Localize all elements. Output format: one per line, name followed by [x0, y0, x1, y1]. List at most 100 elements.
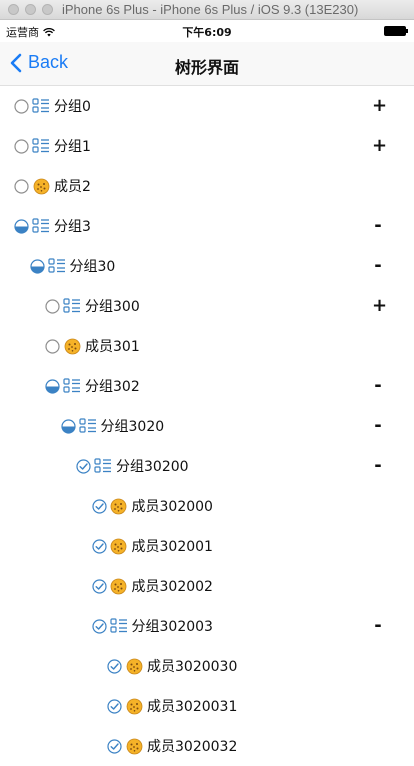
tree-item-label: 成员2 [54, 179, 91, 195]
checkbox-checked-icon[interactable] [91, 618, 107, 634]
collapse-button[interactable]: - [372, 606, 384, 646]
tree-group-row[interactable]: 分组1 + [0, 126, 414, 166]
tree-item-label: 分组302 [85, 379, 140, 395]
member-avatar-icon [110, 577, 128, 595]
group-icon [47, 257, 66, 275]
checkbox-checked-icon[interactable] [107, 738, 122, 754]
tree-item-label: 分组300 [85, 299, 140, 315]
expand-button[interactable]: + [372, 126, 387, 166]
member-avatar-icon [125, 697, 143, 715]
tree-row-content: 成员3020031 [0, 696, 237, 716]
collapse-button[interactable]: - [372, 206, 384, 246]
tree-row-content: 分组3020 [0, 416, 164, 436]
tree-item-label: 成员302001 [131, 539, 213, 555]
tree-item-label: 成员3020030 [147, 659, 238, 675]
member-avatar-icon [32, 177, 50, 195]
tree-group-row[interactable]: 分组30200 - [0, 446, 414, 486]
tree-item-label: 成员302000 [131, 499, 213, 515]
tree-row-content: 分组302 [0, 376, 140, 396]
checkbox-empty-icon[interactable] [14, 98, 29, 114]
member-avatar-icon [125, 657, 143, 675]
zoom-window-button[interactable] [42, 4, 53, 15]
navigation-bar: Back 树形界面 [0, 42, 414, 86]
checkbox-checked-icon[interactable] [107, 698, 122, 714]
member-avatar-icon [110, 537, 128, 555]
tree-group-row[interactable]: 分组0 + [0, 86, 414, 126]
group-icon [78, 417, 97, 435]
tree-item-label: 分组302003 [131, 619, 213, 635]
collapse-button[interactable]: - [372, 446, 384, 486]
tree-row-content: 成员2 [0, 176, 91, 196]
tree-item-label: 分组3 [54, 219, 91, 235]
checkbox-partial-icon[interactable] [29, 258, 45, 274]
tree-row-content: 成员302002 [0, 576, 213, 596]
tree-item-label: 分组3020 [100, 419, 165, 435]
group-icon [94, 457, 112, 475]
tree-group-row[interactable]: 分组302003 - [0, 606, 414, 646]
tree-member-row[interactable]: 成员3020032 [0, 726, 414, 766]
tree-item-label: 分组0 [54, 99, 91, 115]
checkbox-partial-icon[interactable] [14, 218, 29, 234]
member-avatar-icon [125, 737, 143, 755]
checkbox-partial-icon[interactable] [45, 378, 60, 394]
checkbox-checked-icon[interactable] [91, 578, 107, 594]
window-controls [8, 4, 53, 15]
tree-item-label: 分组30 [69, 259, 116, 275]
tree-member-row[interactable]: 成员3020030 [0, 646, 414, 686]
tree-row-content: 成员302001 [0, 536, 213, 556]
checkbox-empty-icon[interactable] [45, 298, 60, 314]
tree-item-label: 成员3020031 [147, 699, 238, 715]
checkbox-checked-icon[interactable] [91, 538, 107, 554]
tree-item-label: 成员302002 [131, 579, 213, 595]
minimize-window-button[interactable] [25, 4, 36, 15]
tree-group-row[interactable]: 分组3 - [0, 206, 414, 246]
tree-row-content: 分组3 [0, 216, 91, 236]
page-title: 树形界面 [174, 58, 239, 77]
tree-item-label: 分组1 [54, 139, 91, 155]
checkbox-checked-icon[interactable] [107, 658, 122, 674]
tree-group-row[interactable]: 分组30 - [0, 246, 414, 286]
window-title: iPhone 6s Plus - iPhone 6s Plus / iOS 9.… [62, 2, 359, 17]
member-avatar-icon [63, 337, 81, 355]
tree-row-content: 分组300 [0, 296, 140, 316]
group-icon [63, 377, 81, 395]
member-avatar-icon [110, 497, 128, 515]
tree-list: 分组0 + 分组1 + 成员2 分组3- 分组30- 分组300 + 成员301 分组302- 分组3… [0, 86, 414, 766]
tree-member-row[interactable]: 成员2 [0, 166, 414, 206]
status-time: 下午6:09 [182, 26, 232, 39]
tree-group-row[interactable]: 分组3020 - [0, 406, 414, 446]
checkbox-checked-icon[interactable] [91, 498, 107, 514]
status-bar: 运营商 下午6:09 [0, 20, 414, 42]
tree-member-row[interactable]: 成员302002 [0, 566, 414, 606]
tree-row-content: 成员3020032 [0, 736, 237, 756]
tree-member-row[interactable]: 成员301 [0, 326, 414, 366]
tree-row-content: 成员301 [0, 336, 140, 356]
battery-icon [384, 26, 408, 36]
expand-button[interactable]: + [372, 286, 387, 326]
tree-row-content: 分组0 [0, 96, 91, 116]
tree-member-row[interactable]: 成员302001 [0, 526, 414, 566]
close-window-button[interactable] [8, 4, 19, 15]
collapse-button[interactable]: - [372, 366, 384, 406]
collapse-button[interactable]: - [372, 246, 384, 286]
checkbox-empty-icon[interactable] [45, 338, 60, 354]
tree-item-label: 成员3020032 [147, 739, 238, 755]
group-icon [63, 297, 81, 315]
tree-row-content: 成员3020030 [0, 656, 237, 676]
group-icon [32, 217, 50, 235]
tree-group-row[interactable]: 分组302 - [0, 366, 414, 406]
tree-item-label: 分组30200 [116, 459, 189, 475]
checkbox-empty-icon[interactable] [14, 138, 29, 154]
group-icon [109, 617, 128, 635]
tree-member-row[interactable]: 成员302000 [0, 486, 414, 526]
group-icon [32, 97, 50, 115]
checkbox-checked-icon[interactable] [76, 458, 91, 474]
checkbox-empty-icon[interactable] [14, 178, 29, 194]
simulator-titlebar: iPhone 6s Plus - iPhone 6s Plus / iOS 9.… [0, 0, 414, 20]
collapse-button[interactable]: - [372, 406, 384, 446]
tree-group-row[interactable]: 分组300 + [0, 286, 414, 326]
group-icon [32, 137, 50, 155]
expand-button[interactable]: + [372, 86, 387, 126]
tree-member-row[interactable]: 成员3020031 [0, 686, 414, 726]
checkbox-partial-icon[interactable] [60, 418, 76, 434]
